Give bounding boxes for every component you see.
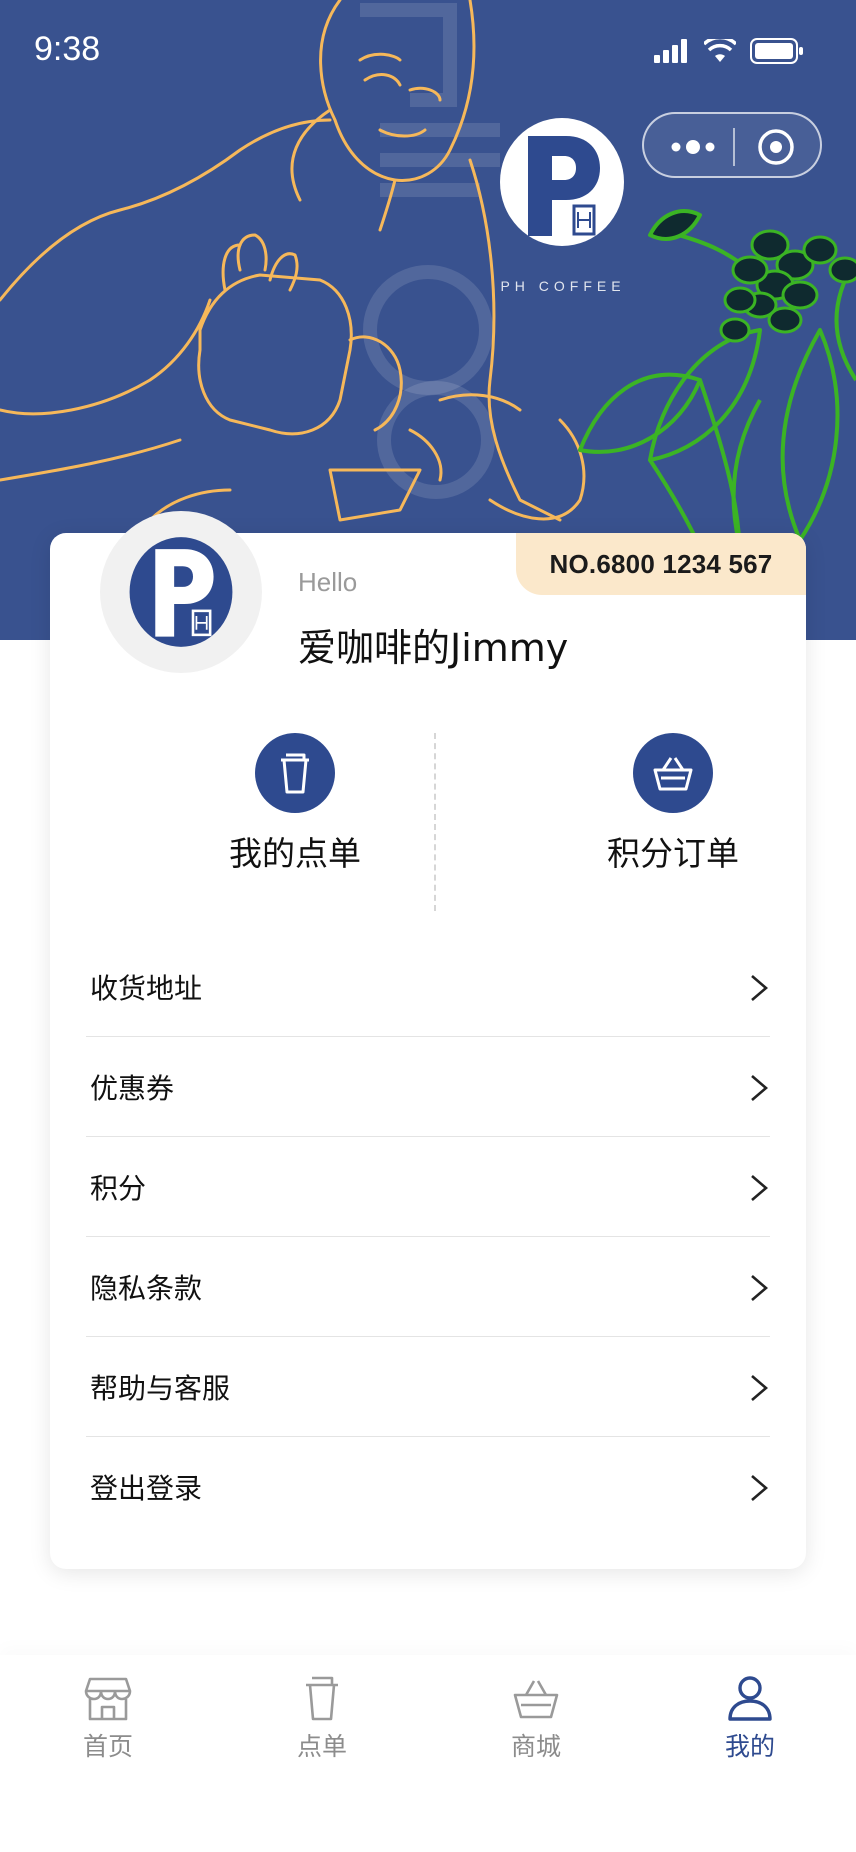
- menu-item-label: 优惠券: [90, 1071, 175, 1105]
- points-orders-icon-circle: [633, 733, 713, 813]
- member-number-badge: NO.6800 1234 567: [516, 533, 806, 595]
- miniprogram-capsule: [642, 112, 822, 178]
- wifi-icon: [704, 39, 736, 62]
- cup-icon: [306, 1676, 338, 1721]
- tab-home[interactable]: 首页: [48, 1675, 168, 1763]
- menu-item-address[interactable]: 收货地址: [86, 937, 770, 1037]
- points-orders-label: 积分订单: [607, 834, 739, 873]
- chevron-right-icon: [751, 1375, 768, 1401]
- status-icons: [654, 36, 804, 66]
- chevron-right-icon: [751, 1075, 768, 1101]
- my-orders-button[interactable]: 我的点单: [160, 733, 430, 893]
- person-icon: [728, 1676, 772, 1721]
- cup-icon: [281, 753, 309, 794]
- menu-item-logout[interactable]: 登出登录: [86, 1437, 770, 1537]
- avatar-logo: [129, 537, 233, 647]
- capsule-divider: [733, 128, 735, 166]
- brand-name: PH COFFEE: [500, 278, 626, 294]
- basket-icon: [513, 1680, 559, 1719]
- menu-item-coupons[interactable]: 优惠券: [86, 1037, 770, 1137]
- menu-item-label: 隐私条款: [90, 1271, 203, 1305]
- tab-label: 首页: [82, 1732, 133, 1761]
- avatar[interactable]: [100, 511, 262, 673]
- more-dots-icon[interactable]: [668, 132, 718, 162]
- status-time: 9:38: [34, 30, 101, 68]
- chevron-right-icon: [751, 1475, 768, 1501]
- tab-label: 我的: [724, 1732, 775, 1761]
- tab-mall[interactable]: 商城: [476, 1675, 596, 1763]
- tab-mine[interactable]: 我的: [690, 1675, 810, 1763]
- settings-menu: 收货地址 优惠券 积分 隐私条款 帮助与客服 登出登录: [86, 937, 770, 1537]
- my-orders-label: 我的点单: [229, 834, 361, 873]
- signal-icon: [654, 39, 687, 63]
- bottom-tab-bar: 首页 点单 商城 我的: [0, 1655, 856, 1852]
- menu-item-points[interactable]: 积分: [86, 1137, 770, 1237]
- close-target-icon[interactable]: [756, 127, 796, 167]
- tab-order[interactable]: 点单: [262, 1675, 382, 1763]
- chevron-right-icon: [751, 1175, 768, 1201]
- my-orders-icon-circle: [255, 733, 335, 813]
- profile-card: NO.6800 1234 567 Hello 爱咖啡的Jimmy 我的点单 积分…: [50, 511, 808, 1569]
- tab-label: 商城: [510, 1732, 561, 1761]
- menu-item-label: 积分: [90, 1171, 147, 1205]
- menu-item-help[interactable]: 帮助与客服: [86, 1337, 770, 1437]
- quick-actions-divider: [434, 733, 436, 911]
- chevron-right-icon: [751, 1275, 768, 1301]
- menu-item-label: 收货地址: [90, 971, 203, 1005]
- greeting-text: Hello: [298, 567, 358, 597]
- status-bar: 9:38: [0, 0, 856, 100]
- menu-item-label: 帮助与客服: [90, 1371, 231, 1405]
- points-orders-button[interactable]: 积分订单: [538, 733, 808, 893]
- chevron-right-icon: [751, 975, 768, 1001]
- store-icon: [84, 1677, 132, 1721]
- ph-coffee-logo: [500, 118, 624, 246]
- battery-icon: [750, 38, 803, 64]
- username: 爱咖啡的Jimmy: [298, 626, 569, 670]
- menu-item-privacy[interactable]: 隐私条款: [86, 1237, 770, 1337]
- tab-label: 点单: [296, 1732, 347, 1761]
- menu-item-label: 登出登录: [90, 1472, 203, 1505]
- basket-icon: [653, 757, 693, 791]
